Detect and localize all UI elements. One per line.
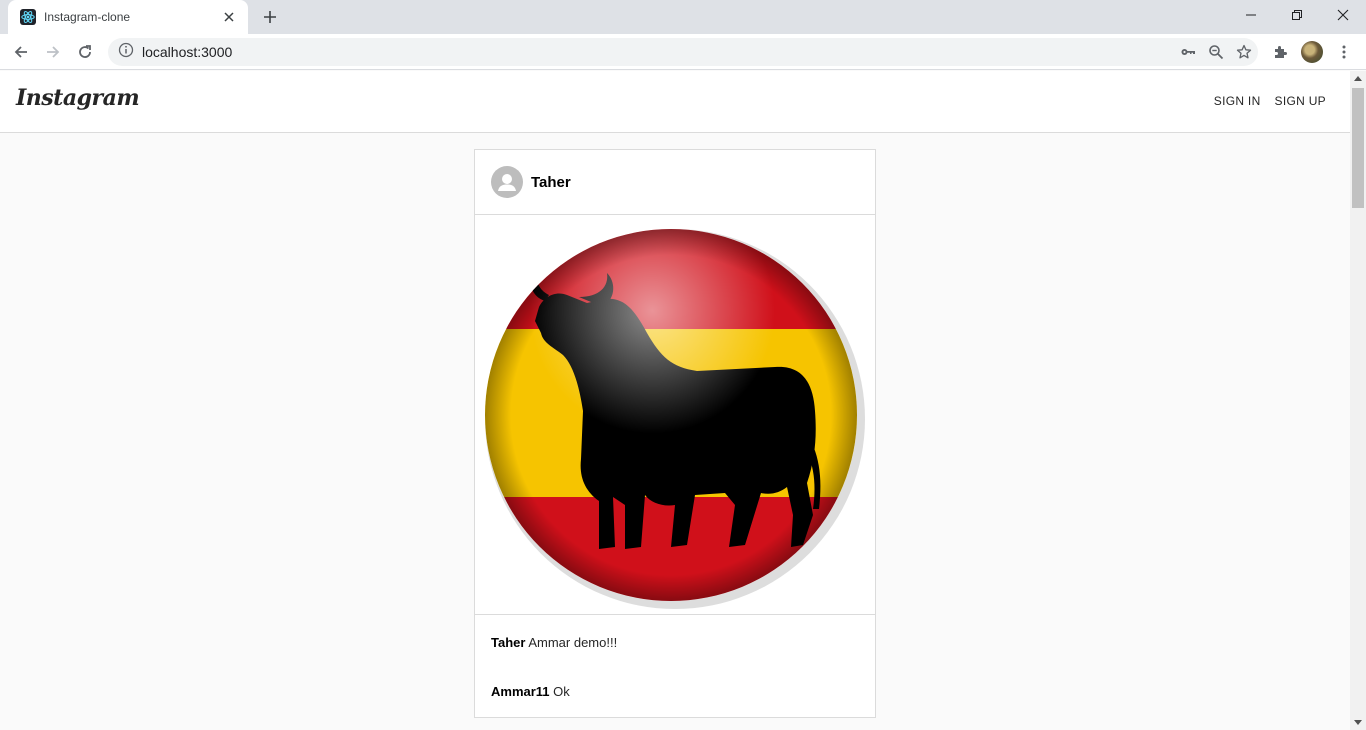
post-caption: Taher Ammar demo!!! <box>475 615 875 650</box>
extensions-icon[interactable] <box>1266 38 1294 66</box>
caption-text: Ammar demo!!! <box>528 635 618 650</box>
sign-up-link[interactable]: SIGN UP <box>1275 94 1326 108</box>
info-icon[interactable] <box>118 42 134 63</box>
user-avatar-icon[interactable] <box>491 166 523 198</box>
post-card: Taher Taher Ammar demo!!! Ammar11 Ok <box>474 149 876 718</box>
caption-username[interactable]: Taher <box>491 635 525 650</box>
profile-button[interactable] <box>1298 38 1326 66</box>
post-image <box>475 215 875 615</box>
restore-icon <box>1292 10 1302 20</box>
nav-links: SIGN IN SIGN UP <box>1214 94 1326 108</box>
post-username[interactable]: Taher <box>531 174 571 191</box>
close-window-icon <box>1337 9 1349 21</box>
browser-tab[interactable]: Instagram-clone <box>8 0 248 34</box>
spanish-flag-bull-badge <box>485 228 865 609</box>
scroll-down-icon[interactable] <box>1350 716 1366 730</box>
tab-title: Instagram-clone <box>44 10 131 24</box>
scrollbar-thumb[interactable] <box>1352 88 1364 208</box>
minimize-button[interactable] <box>1228 0 1274 30</box>
url-text: localhost:3000 <box>142 44 233 60</box>
plus-icon <box>264 11 276 23</box>
comment-text: Ok <box>553 684 570 699</box>
restore-button[interactable] <box>1274 0 1320 30</box>
react-favicon-icon <box>20 9 36 25</box>
comment-username[interactable]: Ammar11 <box>491 684 550 699</box>
new-tab-button[interactable] <box>258 6 282 28</box>
app-navbar: Instagram SIGN IN SIGN UP <box>0 71 1350 133</box>
sign-in-link[interactable]: SIGN IN <box>1214 94 1261 108</box>
browser-toolbar: localhost:3000 <box>0 34 1366 70</box>
key-icon[interactable] <box>1174 38 1202 66</box>
close-tab-icon[interactable] <box>220 8 238 26</box>
page-viewport: Instagram SIGN IN SIGN UP Taher Taher Am… <box>0 71 1350 730</box>
reload-icon <box>79 45 91 58</box>
star-icon[interactable] <box>1230 38 1258 66</box>
address-bar[interactable]: localhost:3000 <box>108 38 1258 66</box>
post-header: Taher <box>475 150 875 215</box>
menu-icon[interactable] <box>1330 38 1358 66</box>
forward-button[interactable] <box>38 37 68 67</box>
page-scrollbar[interactable] <box>1350 71 1366 730</box>
profile-avatar <box>1301 41 1323 63</box>
forward-icon <box>47 46 60 58</box>
back-icon <box>14 46 27 58</box>
scroll-up-icon[interactable] <box>1350 71 1366 85</box>
brand-logo[interactable]: Instagram <box>16 85 140 111</box>
reload-button[interactable] <box>70 37 100 67</box>
minimize-icon <box>1246 14 1256 16</box>
browser-tabstrip: Instagram-clone <box>0 0 1366 34</box>
close-window-button[interactable] <box>1320 0 1366 30</box>
zoom-icon[interactable] <box>1202 38 1230 66</box>
back-button[interactable] <box>6 37 36 67</box>
comment-item: Ammar11 Ok <box>475 650 875 699</box>
